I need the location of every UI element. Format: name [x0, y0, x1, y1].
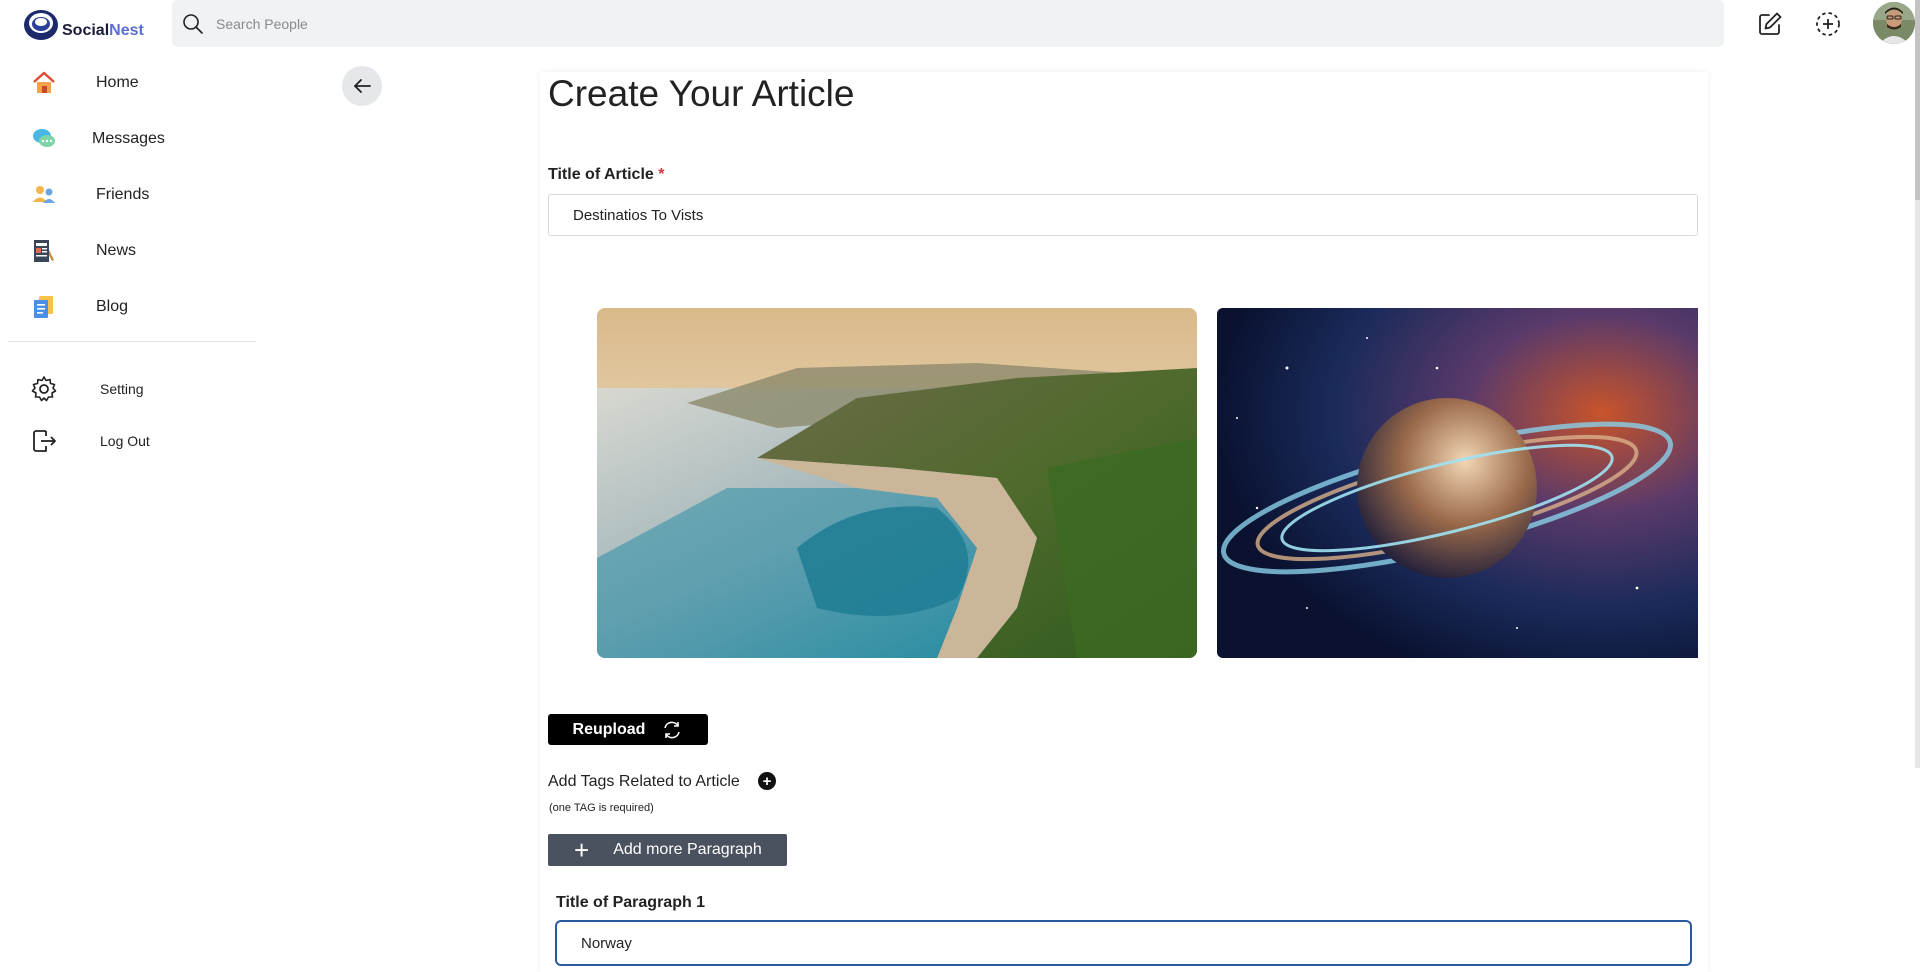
- friends-icon: [30, 181, 58, 209]
- sidebar-item-friends[interactable]: Friends: [0, 172, 258, 218]
- sidebar-item-messages[interactable]: Messages: [0, 116, 258, 162]
- refresh-icon: [661, 719, 683, 741]
- search-icon: [183, 13, 203, 34]
- paragraph-title-label: Title of Paragraph 1: [556, 894, 706, 911]
- image-carousel[interactable]: [597, 308, 1698, 658]
- app-logo[interactable]: SocialNest: [22, 8, 144, 42]
- article-image-planet[interactable]: [1217, 308, 1698, 658]
- logout-icon: [30, 427, 58, 455]
- sidebar-item-label: Log Out: [100, 433, 150, 449]
- logo-text-secondary: Nest: [109, 22, 144, 39]
- sidebar-item-setting[interactable]: Setting: [0, 366, 258, 412]
- coast-image: [597, 308, 1197, 658]
- sidebar-item-label: Blog: [96, 298, 129, 315]
- required-mark: *: [658, 166, 665, 183]
- add-circle-dashed-icon: [1816, 12, 1840, 36]
- sidebar-divider: [8, 341, 256, 342]
- plus-icon: +: [574, 835, 590, 865]
- gear-icon: [30, 375, 58, 403]
- search-bar: [172, 0, 1724, 47]
- sidebar-item-home[interactable]: Home: [0, 60, 258, 106]
- top-bar: SocialNest: [0, 0, 1920, 48]
- messages-icon: [30, 125, 58, 153]
- reupload-label: Reupload: [572, 720, 646, 738]
- article-title-label-text: Title of Article: [548, 166, 654, 183]
- page-scrollbar[interactable]: [1915, 0, 1920, 768]
- tags-label: Add Tags Related to Article: [548, 773, 740, 790]
- search-input[interactable]: [216, 15, 1616, 32]
- avatar[interactable]: [1873, 2, 1915, 44]
- article-title-input[interactable]: [548, 194, 1698, 236]
- add-paragraph-label: Add more Paragraph: [613, 841, 762, 858]
- sidebar-item-logout[interactable]: Log Out: [0, 418, 258, 464]
- sidebar-item-label: Friends: [96, 186, 150, 203]
- paragraph-title-input[interactable]: [555, 920, 1692, 966]
- sidebar-item-label: Home: [96, 74, 139, 91]
- news-icon: [30, 237, 58, 265]
- scrollbar-thumb[interactable]: [1915, 0, 1920, 200]
- add-paragraph-button[interactable]: + Add more Paragraph: [548, 834, 787, 866]
- sidebar-item-label: Messages: [92, 130, 165, 147]
- tags-note: (one TAG is required): [549, 802, 654, 814]
- user-avatar-image: [1873, 2, 1915, 44]
- page-title: Create Your Article: [548, 73, 855, 114]
- sidebar-item-label: Setting: [100, 381, 144, 397]
- sidebar-item-label: News: [96, 242, 137, 259]
- sidebar-item-blog[interactable]: Blog: [0, 284, 258, 330]
- arrow-left-icon: [354, 79, 371, 93]
- back-button[interactable]: [342, 66, 382, 106]
- logo-text-primary: Social: [62, 22, 110, 39]
- article-title-label: Title of Article *: [548, 166, 664, 184]
- reupload-button[interactable]: Reupload: [548, 714, 708, 745]
- sidebar-item-news[interactable]: News: [0, 228, 258, 274]
- create-post-button[interactable]: [1756, 10, 1784, 38]
- plus-icon: +: [762, 772, 772, 790]
- article-image-coast[interactable]: [597, 308, 1197, 658]
- add-story-button[interactable]: [1814, 10, 1842, 38]
- blog-icon: [30, 293, 58, 321]
- edit-icon: [1759, 12, 1782, 35]
- logo-icon: [24, 10, 58, 40]
- add-tag-button[interactable]: +: [758, 772, 776, 790]
- planet-image: [1217, 308, 1698, 658]
- home-icon: [30, 69, 58, 97]
